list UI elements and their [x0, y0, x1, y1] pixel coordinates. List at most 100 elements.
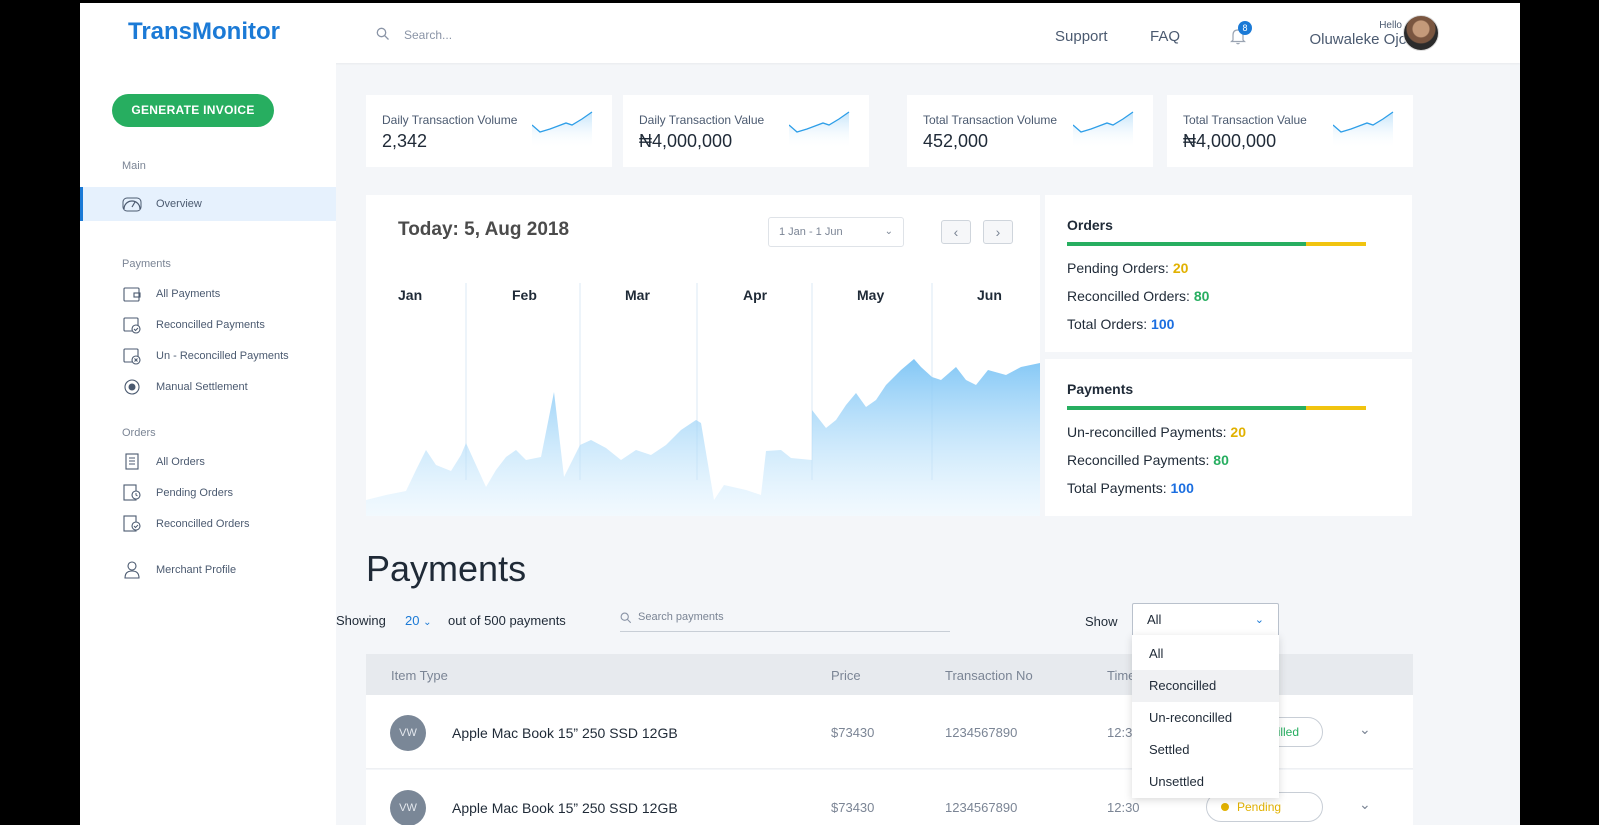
stat-title: Daily Transaction Value	[639, 113, 765, 127]
sidebar-item-label: Manual Settlement	[156, 381, 248, 393]
chevron-down-icon: ⌄	[1254, 614, 1264, 626]
sidebar-item-reconcilled-payments[interactable]: Reconcilled Payments	[80, 308, 336, 342]
prev-button[interactable]: ‹	[941, 220, 971, 244]
row-label: Total Payments:	[1067, 480, 1167, 496]
filter-option-settled[interactable]: Settled	[1132, 734, 1279, 766]
search-icon	[620, 612, 632, 624]
filter-option-all[interactable]: All	[1132, 638, 1279, 670]
sparkline	[1333, 111, 1394, 149]
total-orders-row: Total Orders: 100	[1067, 316, 1174, 332]
transaction-number: 1234567890	[945, 800, 1018, 815]
logo[interactable]: TransMonitor	[128, 18, 280, 46]
pending-dot-icon	[1221, 803, 1229, 811]
generate-invoice-button[interactable]: GENERATE INVOICE	[112, 94, 274, 127]
date-range-value: 1 Jan - 1 Jun	[779, 226, 843, 238]
sparkline	[532, 111, 593, 149]
page-size-value: 20	[405, 613, 420, 628]
chevron-down-icon[interactable]: ⌄	[1359, 796, 1371, 813]
item-price: $73430	[831, 800, 875, 815]
next-button[interactable]: ›	[983, 220, 1013, 244]
sidebar-section-orders: Orders	[122, 427, 156, 439]
avatar[interactable]	[1403, 15, 1439, 51]
filter-option-unreconcilled[interactable]: Un-reconcilled	[1132, 702, 1279, 734]
month-label: Apr	[743, 287, 768, 303]
stat-value: ₦4,000,000	[1183, 131, 1277, 151]
dashboard-gauge-icon	[122, 197, 142, 212]
notification-badge: 8	[1238, 21, 1252, 35]
chevron-down-icon[interactable]: ⌄	[1359, 721, 1371, 738]
chevron-down-icon: ⌄	[423, 617, 432, 628]
page-size-select[interactable]: 20 ⌄	[405, 613, 431, 628]
user-name[interactable]: Oluwaleke Ojo	[1309, 31, 1407, 48]
receipt-icon	[125, 453, 139, 470]
sidebar-item-all-orders[interactable]: All Orders	[80, 445, 336, 479]
item-price: $73430	[831, 725, 875, 740]
payments-summary-panel: Payments Un-reconcilled Payments: 20 Rec…	[1045, 359, 1412, 516]
date-range-select[interactable]: 1 Jan - 1 Jun ⌄	[768, 217, 904, 247]
greeting: Hello	[1379, 20, 1402, 31]
row-value: 80	[1193, 288, 1210, 304]
column-item-type[interactable]: Item Type	[391, 668, 448, 683]
row-label: Pending Orders:	[1067, 260, 1169, 276]
stat-title: Total Transaction Value	[1183, 113, 1307, 127]
top-header: TransMonitor Search... Support FAQ 8 Hel…	[80, 3, 1520, 63]
sparkline	[1073, 111, 1134, 149]
sidebar-section-payments: Payments	[122, 258, 171, 270]
filter-value: All	[1147, 612, 1162, 627]
sidebar-item-manual-settlement[interactable]: Manual Settlement	[80, 370, 336, 404]
status-filter-select[interactable]: All ⌄	[1132, 603, 1279, 637]
stat-card-daily-value: Daily Transaction Value ₦4,000,000	[623, 95, 869, 167]
chart-area	[366, 359, 1040, 516]
filter-option-unsettled[interactable]: Unsettled	[1132, 766, 1279, 798]
pending-orders-row: Pending Orders: 20	[1067, 260, 1188, 276]
sidebar-item-overview[interactable]: Overview	[80, 187, 336, 221]
column-transaction-no[interactable]: Transaction No	[945, 668, 1033, 683]
sidebar-item-all-payments[interactable]: All Payments	[80, 277, 336, 311]
stat-title: Daily Transaction Volume	[382, 113, 518, 127]
stat-title: Total Transaction Volume	[923, 113, 1058, 127]
sidebar-item-label: All Orders	[156, 456, 205, 468]
area-chart	[366, 283, 1040, 516]
payments-heading: Payments	[366, 548, 527, 589]
row-value: 80	[1213, 452, 1229, 468]
stat-card-total-value: Total Transaction Value ₦4,000,000	[1167, 95, 1413, 167]
item-name: Apple Mac Book 15” 250 SSD 12GB	[452, 725, 678, 741]
transaction-number: 1234567890	[945, 725, 1018, 740]
receipt-clock-icon	[123, 484, 141, 501]
status-text: Pending	[1237, 800, 1282, 814]
today-date: Today: 5, Aug 2018	[398, 219, 570, 240]
sidebar: GENERATE INVOICE Main Overview Payments …	[80, 63, 336, 825]
row-value: 100	[1151, 316, 1175, 332]
month-label: Mar	[625, 287, 650, 303]
sidebar-item-label: Reconcilled Orders	[156, 518, 250, 530]
progress-fill	[1067, 406, 1307, 410]
panel-title: Orders	[1067, 217, 1113, 233]
search-input[interactable]: Search...	[404, 28, 452, 42]
month-label: Feb	[512, 287, 537, 303]
sidebar-item-unreconcilled-payments[interactable]: Un - Reconcilled Payments	[80, 339, 336, 373]
row-label: Reconcilled Orders:	[1067, 288, 1190, 304]
month-label: May	[857, 287, 885, 303]
item-avatar: VW	[390, 715, 426, 751]
column-price[interactable]: Price	[831, 668, 861, 683]
sidebar-item-label: Merchant Profile	[156, 564, 237, 576]
row-value: 20	[1172, 260, 1189, 276]
app: TransMonitor Search... Support FAQ 8 Hel…	[80, 3, 1520, 825]
unreconcilled-payments-row: Un-reconcilled Payments: 20	[1067, 424, 1246, 440]
filter-option-reconcilled[interactable]: Reconcilled	[1132, 670, 1279, 702]
sidebar-item-pending-orders[interactable]: Pending Orders	[80, 476, 336, 510]
orders-panel: Orders Pending Orders: 20 Reconcilled Or…	[1045, 195, 1412, 352]
row-label: Total Orders:	[1067, 316, 1148, 332]
sidebar-item-reconcilled-orders[interactable]: Reconcilled Orders	[80, 507, 336, 541]
stat-value: ₦4,000,000	[639, 131, 733, 151]
progress-fill	[1067, 242, 1307, 246]
reconcilled-orders-row: Reconcilled Orders: 80	[1067, 288, 1209, 304]
payments-search-input[interactable]: Search payments	[620, 604, 950, 632]
sidebar-item-merchant-profile[interactable]: Merchant Profile	[80, 553, 336, 587]
nav-support-link[interactable]: Support	[1055, 28, 1108, 45]
orders-progress-bar	[1067, 242, 1366, 246]
sidebar-item-label: Reconcilled Payments	[156, 319, 265, 331]
nav-faq-link[interactable]: FAQ	[1150, 28, 1180, 45]
showing-label: Showing	[336, 613, 386, 628]
stat-value: 452,000	[923, 131, 989, 151]
